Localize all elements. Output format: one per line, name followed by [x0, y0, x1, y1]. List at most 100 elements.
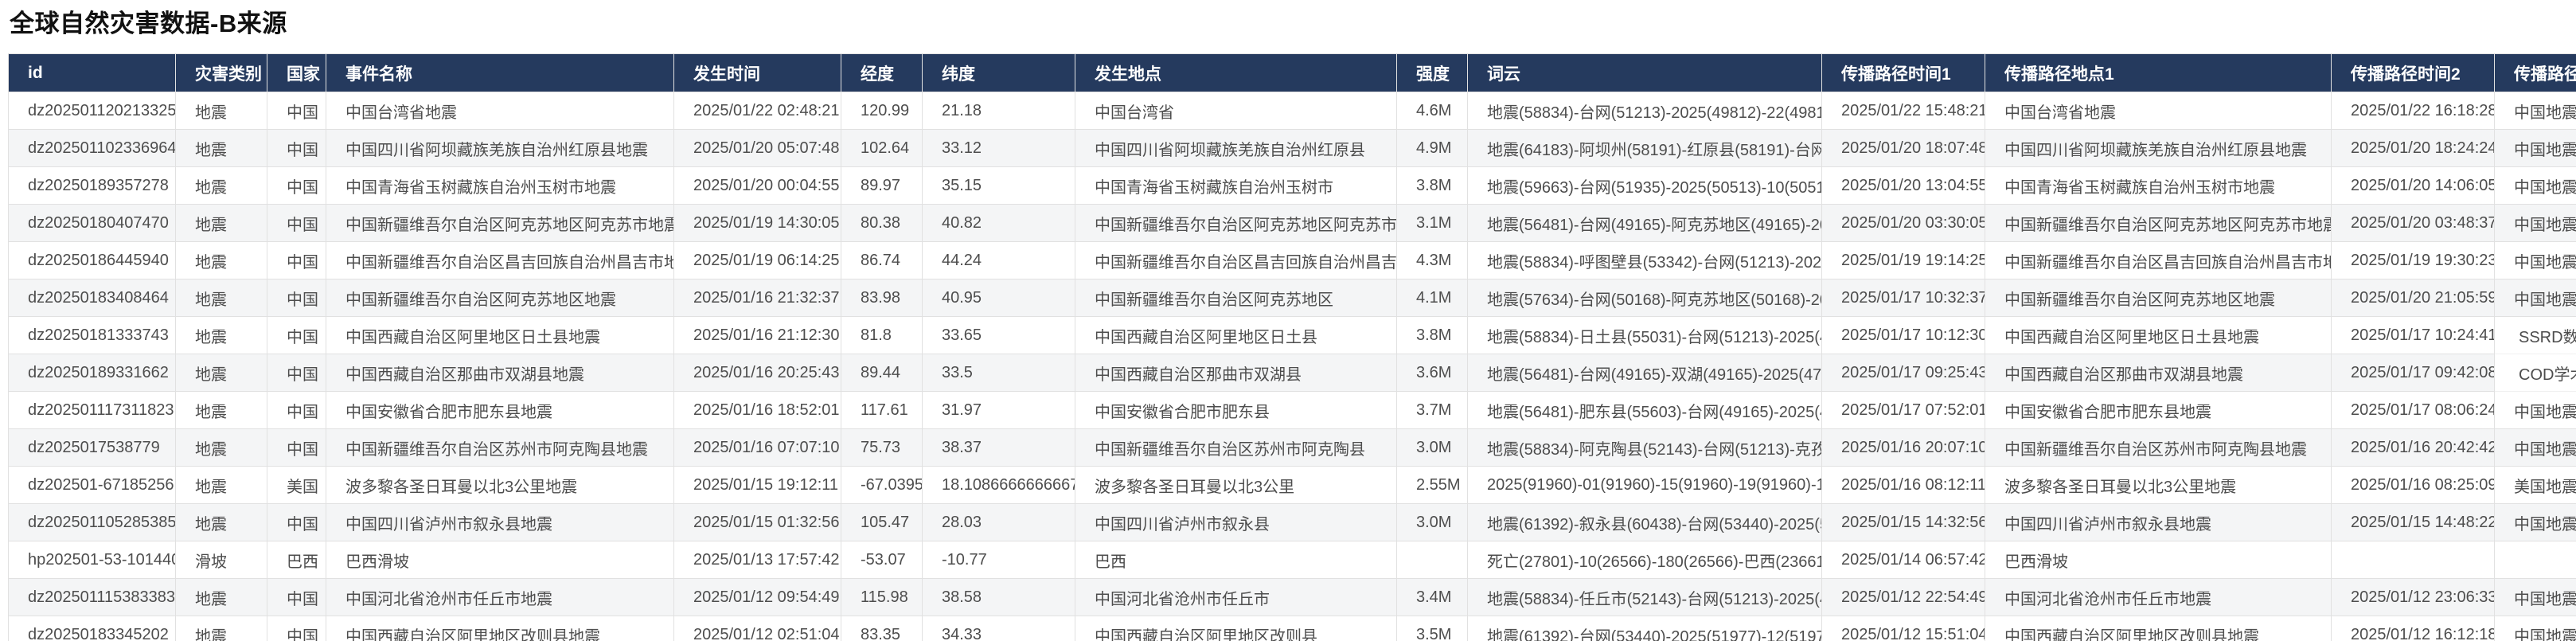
cell-disaster_type: 地震: [175, 466, 267, 504]
cell-event_name: 中国西藏自治区那曲市双湖县地震: [326, 354, 674, 392]
cell-spread_place_2: 中国地震: [2494, 616, 2576, 641]
cell-intensity: 4.1M: [1396, 279, 1468, 317]
cell-event_name: 中国四川省泸州市叙永县地震: [326, 503, 674, 541]
cell-spread_place_1: 中国新疆维吾尔自治区阿克苏地区阿克苏市地震: [1985, 204, 2332, 242]
cell-spread_time_1: 2025/01/19 19:14:25: [1821, 241, 1985, 279]
cell-word_cloud: 地震(56481)-肥东县(55603)-台网(49165)-2025(47..…: [1467, 391, 1822, 429]
cell-spread_time_2: 2025/01/16 08:25:09: [2331, 466, 2495, 504]
cell-latitude: 33.12: [922, 129, 1075, 167]
cell-occur_place: 波多黎各圣日耳曼以北3公里: [1075, 466, 1397, 504]
cell-id: dz20250180407470: [8, 204, 176, 242]
cell-word_cloud: 死亡(27801)-10(26566)-180(26566)-巴西(23661)…: [1467, 541, 1822, 579]
cell-occur_time: 2025/01/16 21:32:37: [673, 279, 841, 317]
cell-spread_time_2: 2025/01/16 20:42:42: [2331, 428, 2495, 467]
cell-disaster_type: 地震: [175, 241, 267, 279]
cell-id: dz202501105285385: [8, 503, 176, 541]
cell-occur_place: 中国新疆维吾尔自治区阿克苏地区: [1075, 279, 1397, 317]
cell-event_name: 中国新疆维吾尔自治区阿克苏地区阿克苏市地震: [326, 204, 674, 242]
table-row: hp202501-53-101440 滑坡 巴西 巴西滑坡 2025/01/13 17:…: [8, 541, 2576, 579]
disaster-data-table-container: id 灾害类别 国家 事件名称 发生时间 经度 纬度 发生地点 强度 词云 传播路径时间1 传播路径地…: [8, 53, 2576, 641]
cell-country: 中国: [267, 428, 326, 467]
cell-intensity: 3.0M: [1396, 428, 1468, 467]
cell-occur_place: 中国西藏自治区阿里地区改则县: [1075, 616, 1397, 641]
table-row: dz20250183408464 地震 中国 中国新疆维吾尔自治区阿克苏地区地震 202…: [8, 279, 2576, 317]
cell-occur_time: 2025/01/19 06:14:25: [673, 241, 841, 279]
cell-country: 中国: [267, 503, 326, 541]
cell-spread_place_2: SSRD数据: [2494, 316, 2576, 354]
cell-spread_time_2: 2025/01/22 16:18:28: [2331, 92, 2495, 130]
cell-disaster_type: 地震: [175, 578, 267, 616]
cell-word_cloud: 2025(91960)-01(91960)-15(91960)-19(91960…: [1467, 466, 1822, 504]
cell-id: dz20250183408464: [8, 279, 176, 317]
cell-spread_place_2: 中国地震: [2494, 503, 2576, 541]
cell-intensity: 3.1M: [1396, 204, 1468, 242]
cell-spread_place_1: 中国台湾省地震: [1985, 92, 2332, 130]
table-row: dz20250181333743 地震 中国 中国西藏自治区阿里地区日土县地震 2025…: [8, 316, 2576, 354]
cell-disaster_type: 地震: [175, 616, 267, 641]
cell-longitude: 81.8: [841, 316, 923, 354]
column-header-occur_place: 发生地点: [1075, 53, 1397, 92]
cell-longitude: 83.35: [841, 616, 923, 641]
cell-occur_time: 2025/01/16 20:25:43: [673, 354, 841, 392]
cell-id: hp202501-53-101440: [8, 541, 176, 579]
disaster-data-table: id 灾害类别 国家 事件名称 发生时间 经度 纬度 发生地点 强度 词云 传播路径时间1 传播路径地…: [8, 53, 2576, 641]
cell-event_name: 巴西滑坡: [326, 541, 674, 579]
cell-longitude: -53.07: [841, 541, 923, 579]
table-row: dz202501-67185256 地震 美国 波多黎各圣日耳曼以北3公里地震 2025…: [8, 466, 2576, 504]
cell-spread_time_2: 2025/01/20 21:05:59: [2331, 279, 2495, 317]
cell-longitude: 120.99: [841, 92, 923, 130]
table-body: dz202501120213325 地震 中国 中国台湾省地震 2025/01/22 0…: [8, 92, 2576, 641]
cell-word_cloud: 地震(58834)-呼图壁县(53342)-台网(51213)-2025(...: [1467, 241, 1822, 279]
cell-country: 中国: [267, 166, 326, 205]
cell-spread_place_1: 中国西藏自治区阿里地区日土县地震: [1985, 316, 2332, 354]
cell-spread_time_2: 2025/01/20 18:24:24: [2331, 129, 2495, 167]
column-header-intensity: 强度: [1396, 53, 1468, 92]
cell-latitude: -10.77: [922, 541, 1075, 579]
cell-occur_time: 2025/01/13 17:57:42: [673, 541, 841, 579]
cell-spread_place_1: 中国河北省沧州市任丘市地震: [1985, 578, 2332, 616]
cell-occur_time: 2025/01/16 21:12:30: [673, 316, 841, 354]
column-header-spread_place_1: 传播路径地点1: [1985, 53, 2332, 92]
table-row: dz2025017538779 地震 中国 中国新疆维吾尔自治区苏州市阿克陶县地震 20…: [8, 428, 2576, 467]
cell-word_cloud: 地震(58834)-任丘市(52143)-台网(51213)-2025(49..…: [1467, 578, 1822, 616]
cell-spread_time_1: 2025/01/16 08:12:11: [1821, 466, 1985, 504]
cell-spread_place_1: 中国西藏自治区那曲市双湖县地震: [1985, 354, 2332, 392]
cell-spread_time_1: 2025/01/20 03:30:05: [1821, 204, 1985, 242]
cell-intensity: 3.7M: [1396, 391, 1468, 429]
cell-occur_place: 中国西藏自治区那曲市双湖县: [1075, 354, 1397, 392]
cell-occur_time: 2025/01/12 09:54:49: [673, 578, 841, 616]
cell-word_cloud: 地震(58834)-阿克陶县(52143)-台网(51213)-克孜...: [1467, 428, 1822, 467]
cell-occur_place: 中国安徽省合肥市肥东县: [1075, 391, 1397, 429]
cell-spread_place_2: 中国地震: [2494, 204, 2576, 242]
cell-intensity: 4.6M: [1396, 92, 1468, 130]
cell-country: 中国: [267, 616, 326, 641]
cell-id: dz202501117311823: [8, 391, 176, 429]
cell-spread_time_1: 2025/01/20 13:04:55: [1821, 166, 1985, 205]
table-row: dz20250186445940 地震 中国 中国新疆维吾尔自治区昌吉回族自治州昌吉市…: [8, 241, 2576, 279]
cell-disaster_type: 地震: [175, 354, 267, 392]
cell-spread_place_2: COD学术: [2494, 354, 2576, 392]
cell-country: 中国: [267, 578, 326, 616]
cell-spread_place_1: 中国四川省阿坝藏族羌族自治州红原县地震: [1985, 129, 2332, 167]
cell-spread_time_1: 2025/01/14 06:57:42: [1821, 541, 1985, 579]
cell-intensity: [1396, 541, 1468, 579]
cell-id: dz20250183345202: [8, 616, 176, 641]
cell-id: dz202501115383383: [8, 578, 176, 616]
cell-word_cloud: 地震(57634)-台网(50168)-阿克苏地区(50168)-202...: [1467, 279, 1822, 317]
column-header-event_name: 事件名称: [326, 53, 674, 92]
cell-occur_place: 中国河北省沧州市任丘市: [1075, 578, 1397, 616]
cell-disaster_type: 地震: [175, 129, 267, 167]
cell-disaster_type: 地震: [175, 503, 267, 541]
column-header-id: id: [8, 53, 176, 92]
cell-id: dz20250189331662: [8, 354, 176, 392]
cell-longitude: 89.44: [841, 354, 923, 392]
cell-spread_place_2: 中国地震: [2494, 391, 2576, 429]
cell-latitude: 35.15: [922, 166, 1075, 205]
table-row: dz202501105285385 地震 中国 中国四川省泸州市叙永县地震 2025/0…: [8, 503, 2576, 541]
cell-spread_place_2: 中国地震: [2494, 279, 2576, 317]
cell-event_name: 波多黎各圣日耳曼以北3公里地震: [326, 466, 674, 504]
cell-event_name: 中国安徽省合肥市肥东县地震: [326, 391, 674, 429]
cell-longitude: 75.73: [841, 428, 923, 467]
column-header-latitude: 纬度: [922, 53, 1075, 92]
cell-spread_time_1: 2025/01/17 09:25:43: [1821, 354, 1985, 392]
